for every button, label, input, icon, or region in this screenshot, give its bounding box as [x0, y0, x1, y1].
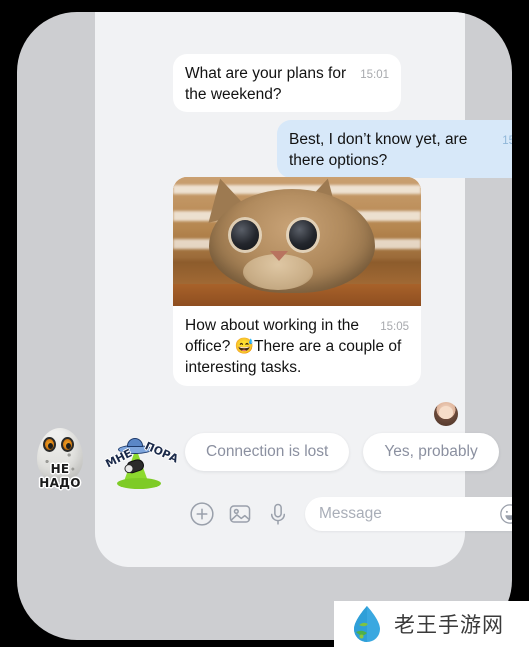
message-bubble[interactable]: 15:01 What are your plans for the weeken… — [173, 54, 401, 112]
cat-eye-right — [289, 220, 317, 250]
suggestion-yes-probably[interactable]: Yes, probably — [363, 433, 499, 471]
cat-eye-left — [231, 220, 259, 250]
photo-message-card[interactable]: 15:05 How about working in the office? 😅… — [173, 177, 421, 386]
plus-circle-icon[interactable] — [189, 501, 215, 527]
watermark-text: 老王手游网 — [394, 613, 504, 637]
suggestion-list: Connection is lost Yes, probably — [185, 433, 499, 471]
ufo-ground — [117, 478, 161, 489]
owl-eye-right — [61, 437, 74, 452]
avatar — [434, 402, 458, 426]
microphone-icon[interactable] — [265, 501, 291, 527]
suggestion-connection-is-lost[interactable]: Connection is lost — [185, 433, 350, 471]
message-input-field[interactable]: Message — [305, 497, 512, 531]
caption-emoji: 😅 — [234, 338, 255, 355]
message-row-photo: 15:05 How about working in the office? 😅… — [173, 177, 421, 386]
photo-caption: 15:05 How about working in the office? 😅… — [173, 306, 421, 386]
cat-nose — [270, 251, 288, 261]
message-timestamp: 15:05 — [380, 321, 409, 333]
message-input-placeholder: Message — [319, 505, 382, 522]
watermark: 老王手游网 — [334, 601, 529, 647]
ufo-dome — [127, 438, 143, 447]
owl-sticker-label: НЕ НАДО — [39, 462, 81, 490]
message-timestamp: 15:02 — [502, 135, 512, 147]
message-row-incoming: 15:01 What are your plans for the weeken… — [173, 54, 401, 112]
ufo-sticker[interactable]: МНЕ ПОРА — [104, 422, 180, 489]
message-bubble[interactable]: 15:02 Best, I don’t know yet, are there … — [277, 120, 512, 178]
message-input-bar: Message — [173, 490, 512, 538]
message-row-outgoing: 15:02 Best, I don’t know yet, are there … — [277, 120, 512, 178]
message-timestamp: 15:01 — [360, 69, 389, 81]
image-icon[interactable] — [227, 501, 253, 527]
cat-photo[interactable] — [173, 177, 421, 306]
outer-card: 15:01 What are your plans for the weeken… — [17, 12, 512, 640]
owl-eye-left — [43, 437, 56, 452]
water-drop-globe-logo — [354, 606, 380, 642]
owl-sticker[interactable]: НЕ НАДО — [29, 424, 91, 490]
message-text: Best, I don’t know yet, are there option… — [289, 131, 468, 169]
smiley-icon[interactable] — [499, 503, 512, 525]
message-text: What are your plans for the weekend? — [185, 65, 347, 103]
